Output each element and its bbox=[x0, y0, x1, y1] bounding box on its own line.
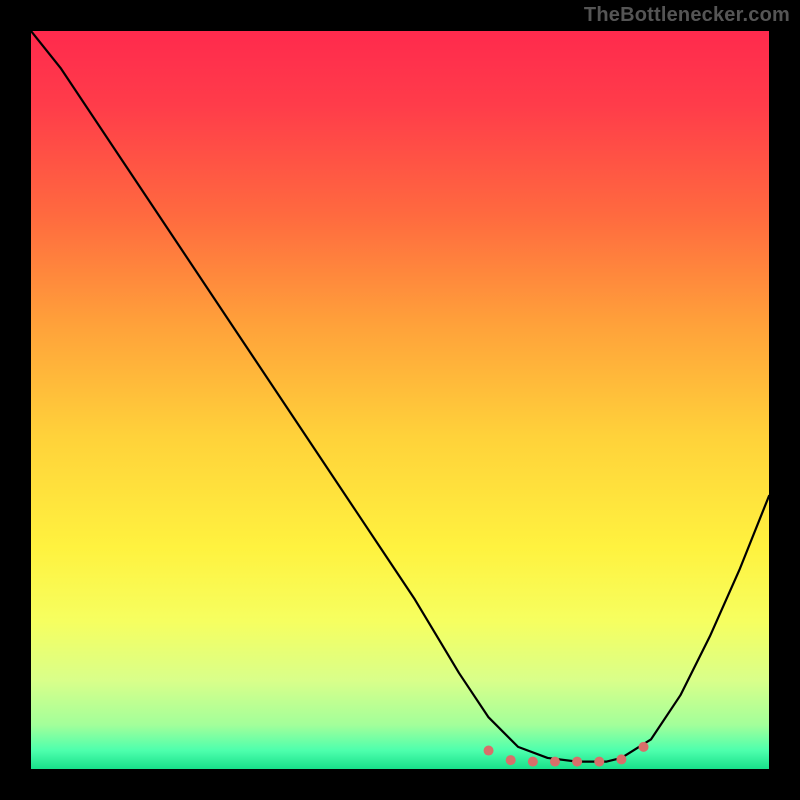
plot-area bbox=[31, 31, 769, 769]
marker-dot bbox=[594, 757, 604, 767]
chart-container: TheBottlenecker.com bbox=[0, 0, 800, 800]
marker-dot bbox=[572, 757, 582, 767]
watermark-text: TheBottlenecker.com bbox=[584, 4, 790, 27]
gradient-rect bbox=[31, 31, 769, 769]
marker-dot bbox=[506, 755, 516, 765]
marker-dot bbox=[484, 746, 494, 756]
marker-dot bbox=[550, 757, 560, 767]
chart-svg bbox=[31, 31, 769, 769]
marker-dot bbox=[616, 754, 626, 764]
marker-dot bbox=[528, 757, 538, 767]
marker-dot bbox=[639, 742, 649, 752]
